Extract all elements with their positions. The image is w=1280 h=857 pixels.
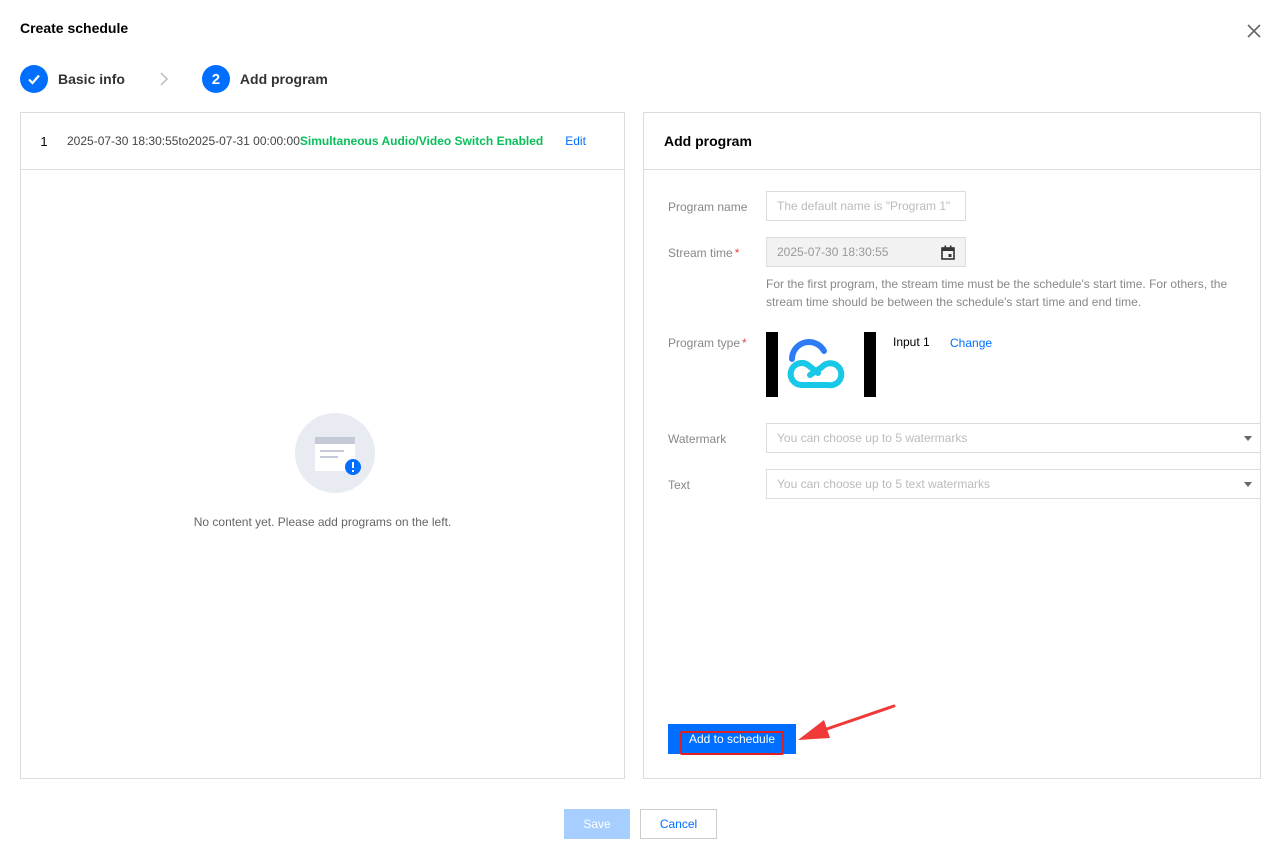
- program-name-placeholder: The default name is "Program 1": [777, 199, 951, 213]
- step-number: 2: [201, 65, 230, 93]
- check-icon: [20, 65, 48, 93]
- row-status: Simultaneous Audio/Video Switch Enabled: [299, 134, 544, 148]
- edit-link[interactable]: Edit: [565, 134, 586, 148]
- program-name-input[interactable]: The default name is "Program 1": [766, 191, 966, 221]
- step-label: Basic info: [58, 71, 125, 87]
- cancel-button[interactable]: Cancel: [640, 809, 717, 839]
- steps: Basic info 2 Add program: [20, 65, 328, 93]
- change-link[interactable]: Change: [950, 336, 992, 350]
- calendar-icon: [941, 245, 955, 260]
- add-to-schedule-button[interactable]: Add to schedule: [668, 724, 796, 754]
- text-label: Text: [668, 478, 691, 492]
- caret-down-icon: [1244, 436, 1252, 441]
- row-time-range: 2025-07-30 18:30:55to2025-07-31 00:00:00: [67, 134, 300, 148]
- text-watermark-select[interactable]: You can choose up to 5 text watermarks: [766, 469, 1261, 499]
- dialog-title: Create schedule: [20, 20, 129, 36]
- watermark-label: Watermark: [668, 432, 727, 446]
- row-index: 1: [40, 133, 48, 149]
- save-button[interactable]: Save: [564, 809, 630, 839]
- add-program-panel: Add program Program name The default nam…: [643, 112, 1261, 779]
- stream-time-label: Stream time *: [668, 246, 740, 260]
- close-icon[interactable]: [1245, 22, 1263, 40]
- caret-down-icon: [1244, 482, 1252, 487]
- watermark-select[interactable]: You can choose up to 5 watermarks: [766, 423, 1261, 453]
- panel-title: Add program: [644, 113, 1260, 170]
- watermark-placeholder: You can choose up to 5 watermarks: [777, 431, 968, 445]
- step-basic-info[interactable]: Basic info: [20, 65, 125, 93]
- program-name-label: Program name: [668, 200, 748, 214]
- schedule-panel: 1 2025-07-30 18:30:55to2025-07-31 00:00:…: [20, 112, 625, 779]
- stream-time-hint: For the first program, the stream time m…: [766, 277, 1228, 309]
- program-thumbnail: [766, 332, 877, 397]
- schedule-row: 1 2025-07-30 18:30:55to2025-07-31 00:00:…: [21, 113, 624, 170]
- stream-time-value: 2025-07-30 18:30:55: [777, 245, 889, 259]
- chevron-right-icon: [160, 72, 168, 86]
- program-type-label: Program type *: [668, 336, 747, 350]
- cloud-logo-icon: [787, 339, 845, 389]
- step-add-program[interactable]: 2 Add program: [201, 65, 328, 93]
- empty-state-text: No content yet. Please add programs on t…: [193, 515, 452, 529]
- empty-state-icon: [295, 413, 375, 493]
- step-label: Add program: [239, 71, 328, 87]
- stream-time-input: 2025-07-30 18:30:55: [766, 237, 966, 267]
- input-name: Input 1: [893, 335, 930, 349]
- text-watermark-placeholder: You can choose up to 5 text watermarks: [777, 477, 991, 491]
